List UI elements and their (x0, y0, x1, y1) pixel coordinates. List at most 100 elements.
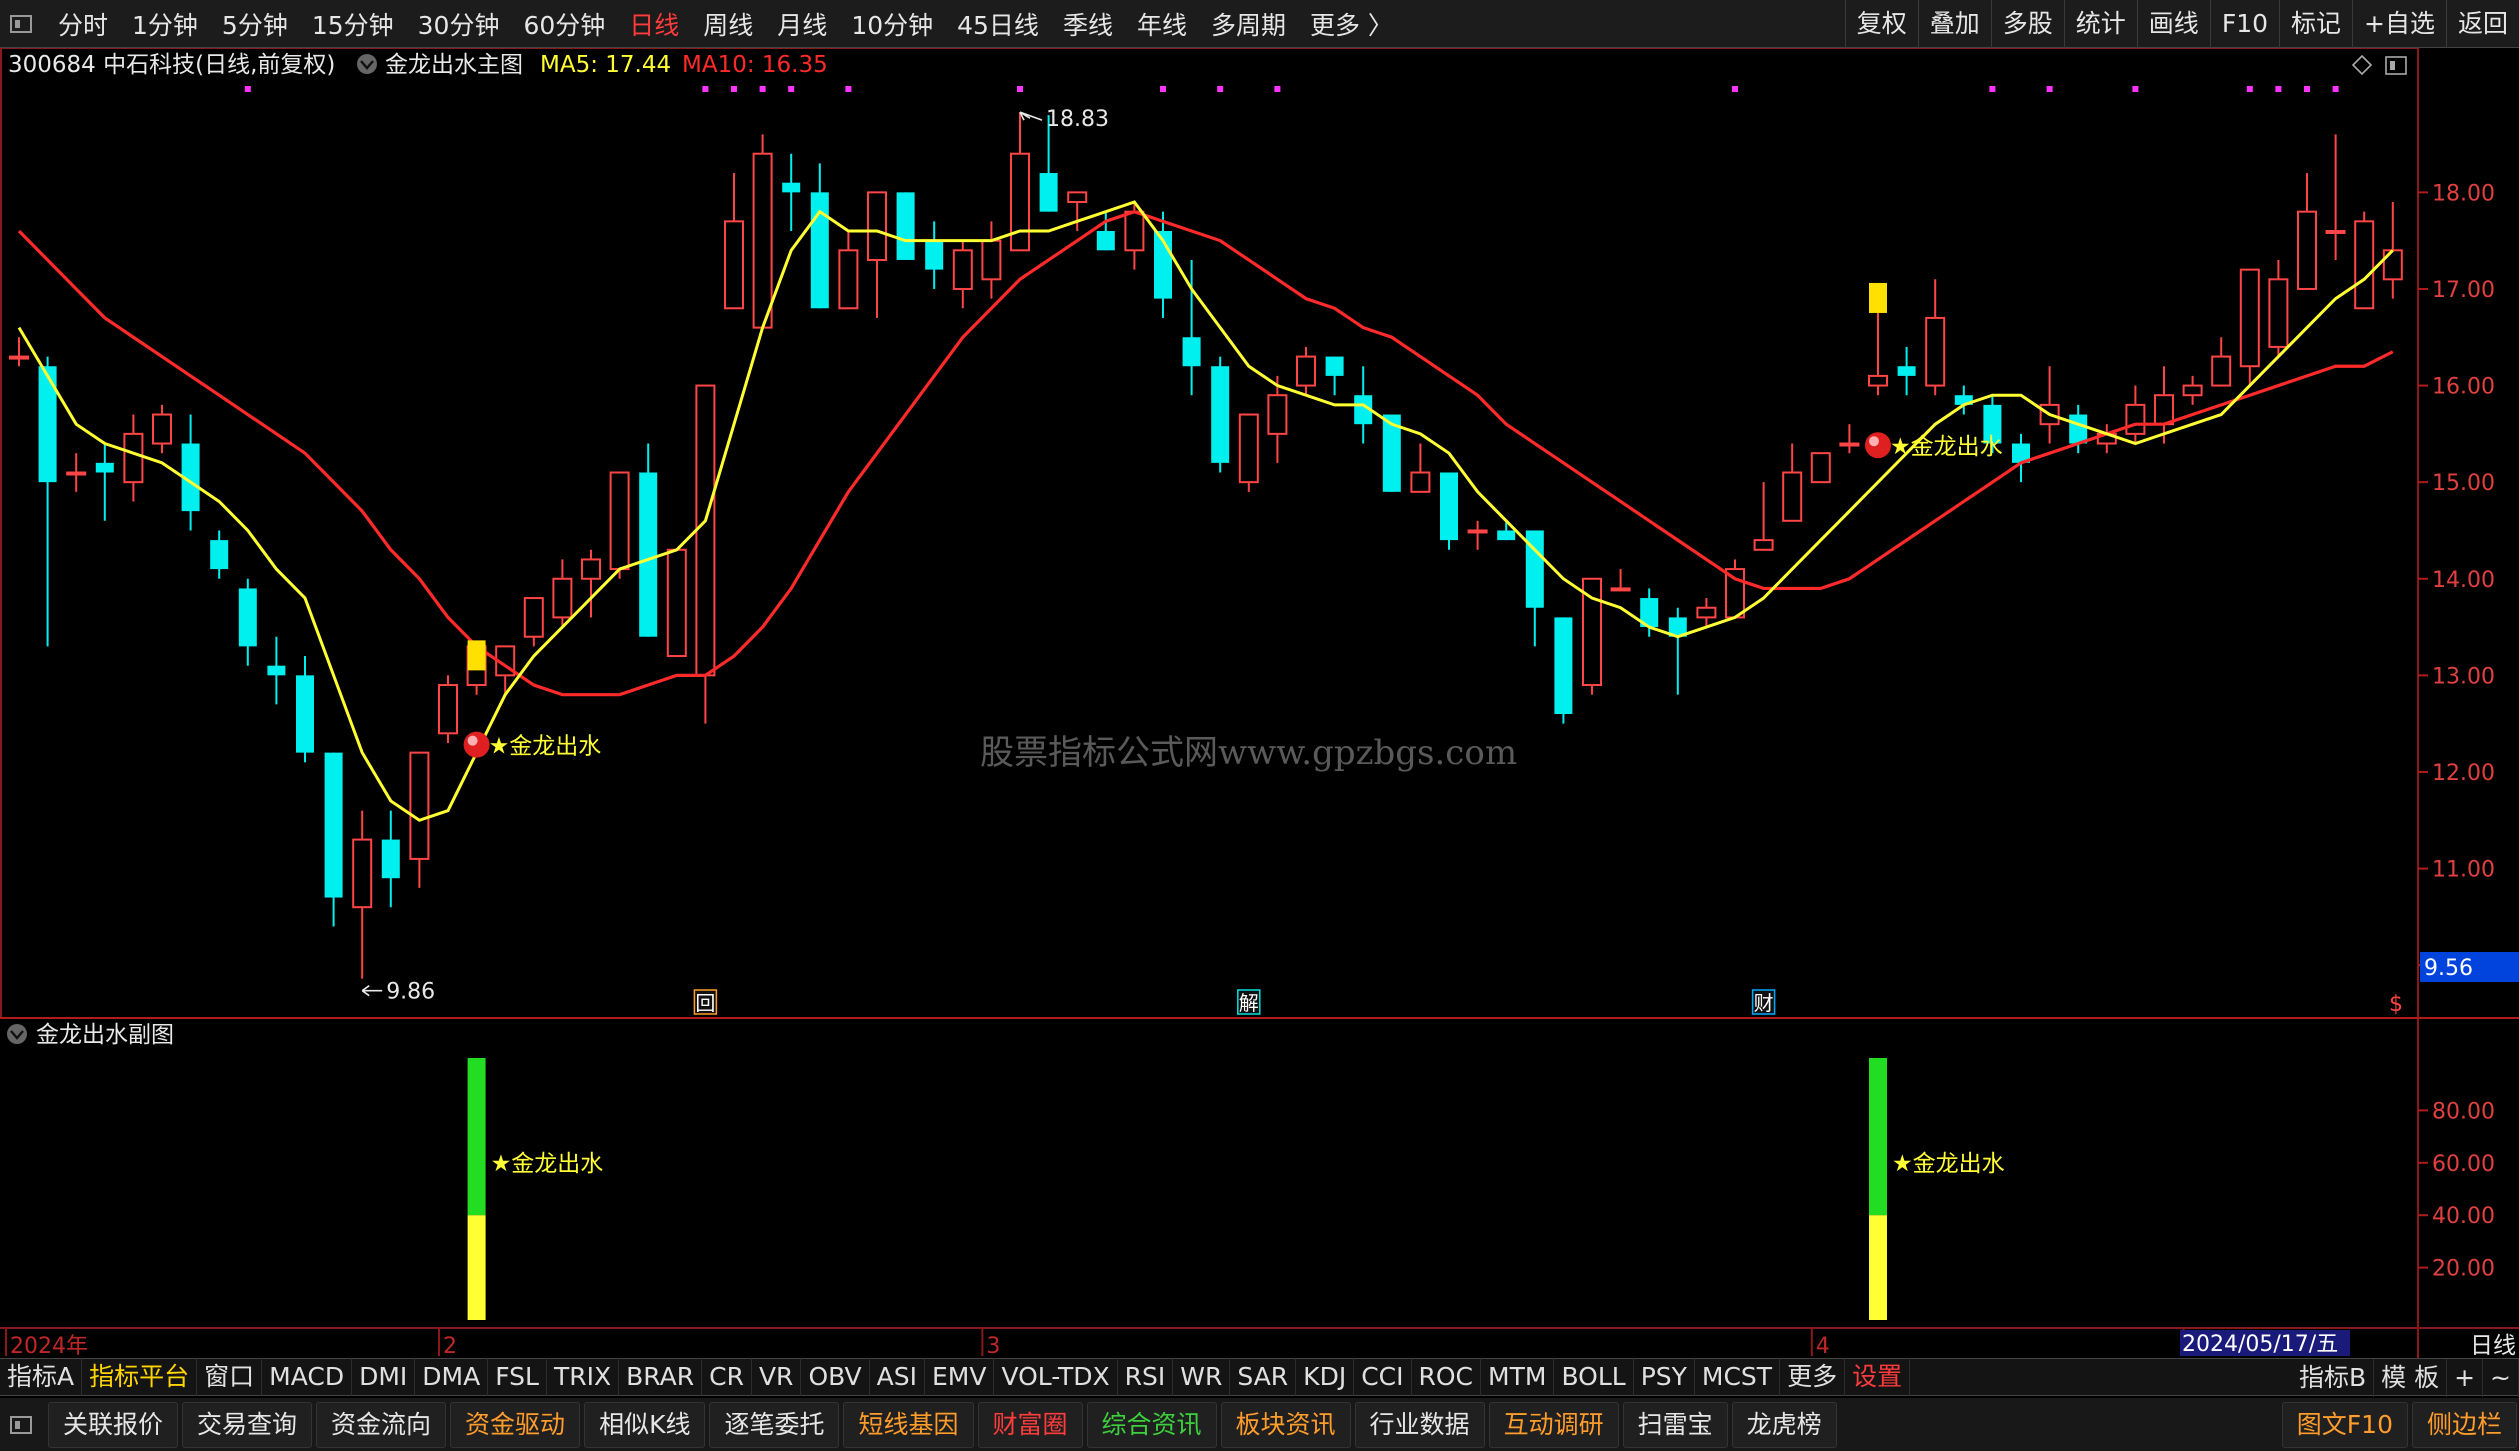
sub-tick-label: 80.00 (2432, 1099, 2495, 1124)
indicator-tab[interactable]: DMA (415, 1358, 489, 1396)
function-bar: 关联报价 交易查询 资金流向 资金驱动 相似K线 逐笔委托 短线基因 财富圈 综合资讯 板块资讯行… (0, 1398, 2519, 1451)
signal-dot (1274, 86, 1281, 92)
indicator-tab[interactable]: MACD (262, 1358, 353, 1396)
subchart-dropdown-icon[interactable] (7, 1024, 27, 1044)
function-tab[interactable]: 财富圈 (977, 1401, 1083, 1448)
signal-dot (759, 86, 766, 92)
indicator-tab[interactable]: PSY (1634, 1358, 1695, 1396)
candle (1725, 559, 1745, 619)
indicator-right: 指标B 模 板 + ~ (2292, 1359, 2519, 1397)
signal-dot (1217, 86, 1224, 92)
indicator-right-button[interactable]: + (2447, 1359, 2484, 1397)
indicator-tab[interactable]: DMI (352, 1358, 416, 1396)
toolbar-button[interactable]: F10 (2209, 0, 2279, 48)
signal-ball-icon (463, 731, 490, 758)
candle (1440, 472, 1458, 550)
toolbar-button[interactable]: 返回 (2445, 0, 2519, 48)
period-tab[interactable]: 1分钟 (120, 6, 210, 42)
indicator-tab[interactable]: OBV (801, 1358, 870, 1396)
indicator-tab[interactable]: SAR (1230, 1358, 1297, 1396)
period-tab[interactable]: 30分钟 (406, 6, 512, 42)
indicator-tab[interactable]: 指标A (0, 1358, 83, 1396)
kline-chart[interactable]: 300684 中石科技(日线,前复权) 金龙出水主图 MA5: 17.44 MA… (0, 48, 2519, 1358)
ma5-value: MA5: 17.44 (540, 52, 671, 78)
period-tab[interactable]: 周线 (691, 6, 765, 42)
function-tab[interactable]: 短线基因 (843, 1401, 974, 1448)
period-tab[interactable]: 年线 (1125, 6, 1199, 42)
period-tab[interactable]: 5分钟 (210, 6, 300, 42)
toolbar-button[interactable]: 叠加 (1917, 0, 1991, 48)
indicator-tab[interactable]: CCI (1354, 1358, 1412, 1396)
function-tab[interactable]: 交易查询 (182, 1401, 313, 1448)
function-tab[interactable]: 龙虎榜 (1731, 1401, 1837, 1448)
candle (438, 675, 458, 743)
toolbar-button[interactable]: +自选 (2352, 0, 2446, 48)
indicator-tab[interactable]: BOLL (1554, 1358, 1634, 1396)
period-tab[interactable]: 多周期 (1199, 6, 1298, 42)
dollar-marker[interactable]: $ (2389, 992, 2403, 1017)
price-tick-label: 18.00 (2432, 181, 2495, 206)
indicator-tab[interactable]: EMV (925, 1358, 995, 1396)
candle (2354, 211, 2375, 310)
function-tab[interactable]: 综合资讯 (1086, 1401, 1217, 1448)
indicator-tab[interactable]: FSL (488, 1358, 547, 1396)
function-right-button[interactable]: 图文F10 (2281, 1401, 2408, 1448)
signal-dot (1989, 86, 1996, 92)
function-tab[interactable]: 行业数据 (1354, 1401, 1485, 1448)
price-tick-label: 16.00 (2432, 375, 2495, 400)
indicator-tab[interactable]: MTM (1481, 1358, 1555, 1396)
toolbar-button[interactable]: 标记 (2279, 0, 2352, 48)
subchart-signal-label: ★金龙出水 (491, 1151, 604, 1177)
period-tab[interactable]: 季线 (1051, 6, 1125, 42)
function-menu-icon[interactable] (10, 1415, 32, 1434)
formula-dropdown-icon[interactable] (357, 54, 377, 74)
indicator-right-button[interactable]: 模 板 (2374, 1359, 2448, 1397)
indicator-tab[interactable]: WR (1173, 1358, 1231, 1396)
function-tab[interactable]: 扫雷宝 (1622, 1401, 1728, 1448)
sub-tick-label: 20.00 (2432, 1257, 2495, 1282)
signal-dot (2046, 86, 2053, 92)
indicator-tab[interactable]: 窗口 (197, 1358, 263, 1396)
subchart-signal-label: ★金龙出水 (1892, 1151, 2005, 1177)
function-right-button[interactable]: 侧边栏 (2411, 1401, 2517, 1448)
indicator-tab[interactable]: MCST (1695, 1358, 1781, 1396)
toolbar-button[interactable]: 复权 (1844, 0, 1918, 48)
function-tab[interactable]: 互动调研 (1488, 1401, 1619, 1448)
toolbar-button[interactable]: 多股 (1990, 0, 2064, 48)
indicator-tab[interactable]: 指标平台 (82, 1358, 198, 1396)
period-tab[interactable]: 60分钟 (511, 6, 617, 42)
indicator-right-button[interactable]: 指标B (2292, 1359, 2375, 1397)
function-tab[interactable]: 关联报价 (48, 1401, 179, 1448)
indicator-list: 指标A 指标平台 窗口 MACD DMI DMA FSL TRIX BRAR CR VR OBV ASI… (0, 1358, 1911, 1396)
period-tab[interactable]: 更多 〉 (1298, 6, 1405, 42)
indicator-tab[interactable]: ASI (870, 1358, 925, 1396)
period-tab[interactable]: 分时 (46, 6, 120, 42)
indicator-tab[interactable]: BRAR (619, 1358, 703, 1396)
candle (1238, 413, 1259, 492)
candle (639, 443, 658, 637)
indicator-tab[interactable]: ROC (1412, 1358, 1482, 1396)
toolbar-button[interactable]: 画线 (2136, 0, 2210, 48)
indicator-tab[interactable]: 设置 (1845, 1358, 1911, 1396)
period-tab[interactable]: 45日线 (945, 6, 1051, 42)
period-tab[interactable]: 月线 (765, 6, 839, 42)
period-tab[interactable]: 10分钟 (839, 6, 945, 42)
indicator-tab[interactable]: VOL-TDX (994, 1358, 1118, 1396)
function-tab[interactable]: 板块资讯 (1220, 1401, 1351, 1448)
indicator-tab[interactable]: 更多 (1780, 1358, 1846, 1396)
indicator-tab[interactable]: TRIX (547, 1358, 620, 1396)
function-tab[interactable]: 资金驱动 (450, 1401, 581, 1448)
indicator-tab[interactable]: CR (702, 1358, 752, 1396)
function-tab[interactable]: 逐笔委托 (709, 1401, 840, 1448)
indicator-tab[interactable]: VR (752, 1358, 802, 1396)
formula-name[interactable]: 金龙出水主图 (385, 52, 523, 78)
indicator-tab[interactable]: RSI (1118, 1358, 1174, 1396)
window-icon[interactable] (10, 14, 32, 33)
function-tab[interactable]: 相似K线 (584, 1401, 706, 1448)
period-tab[interactable]: 15分钟 (300, 6, 406, 42)
function-tab[interactable]: 资金流向 (316, 1401, 447, 1448)
period-tab[interactable]: 日线 (617, 6, 691, 42)
indicator-tab[interactable]: KDJ (1296, 1358, 1355, 1396)
indicator-right-button[interactable]: ~ (2483, 1359, 2519, 1397)
toolbar-button[interactable]: 统计 (2063, 0, 2137, 48)
